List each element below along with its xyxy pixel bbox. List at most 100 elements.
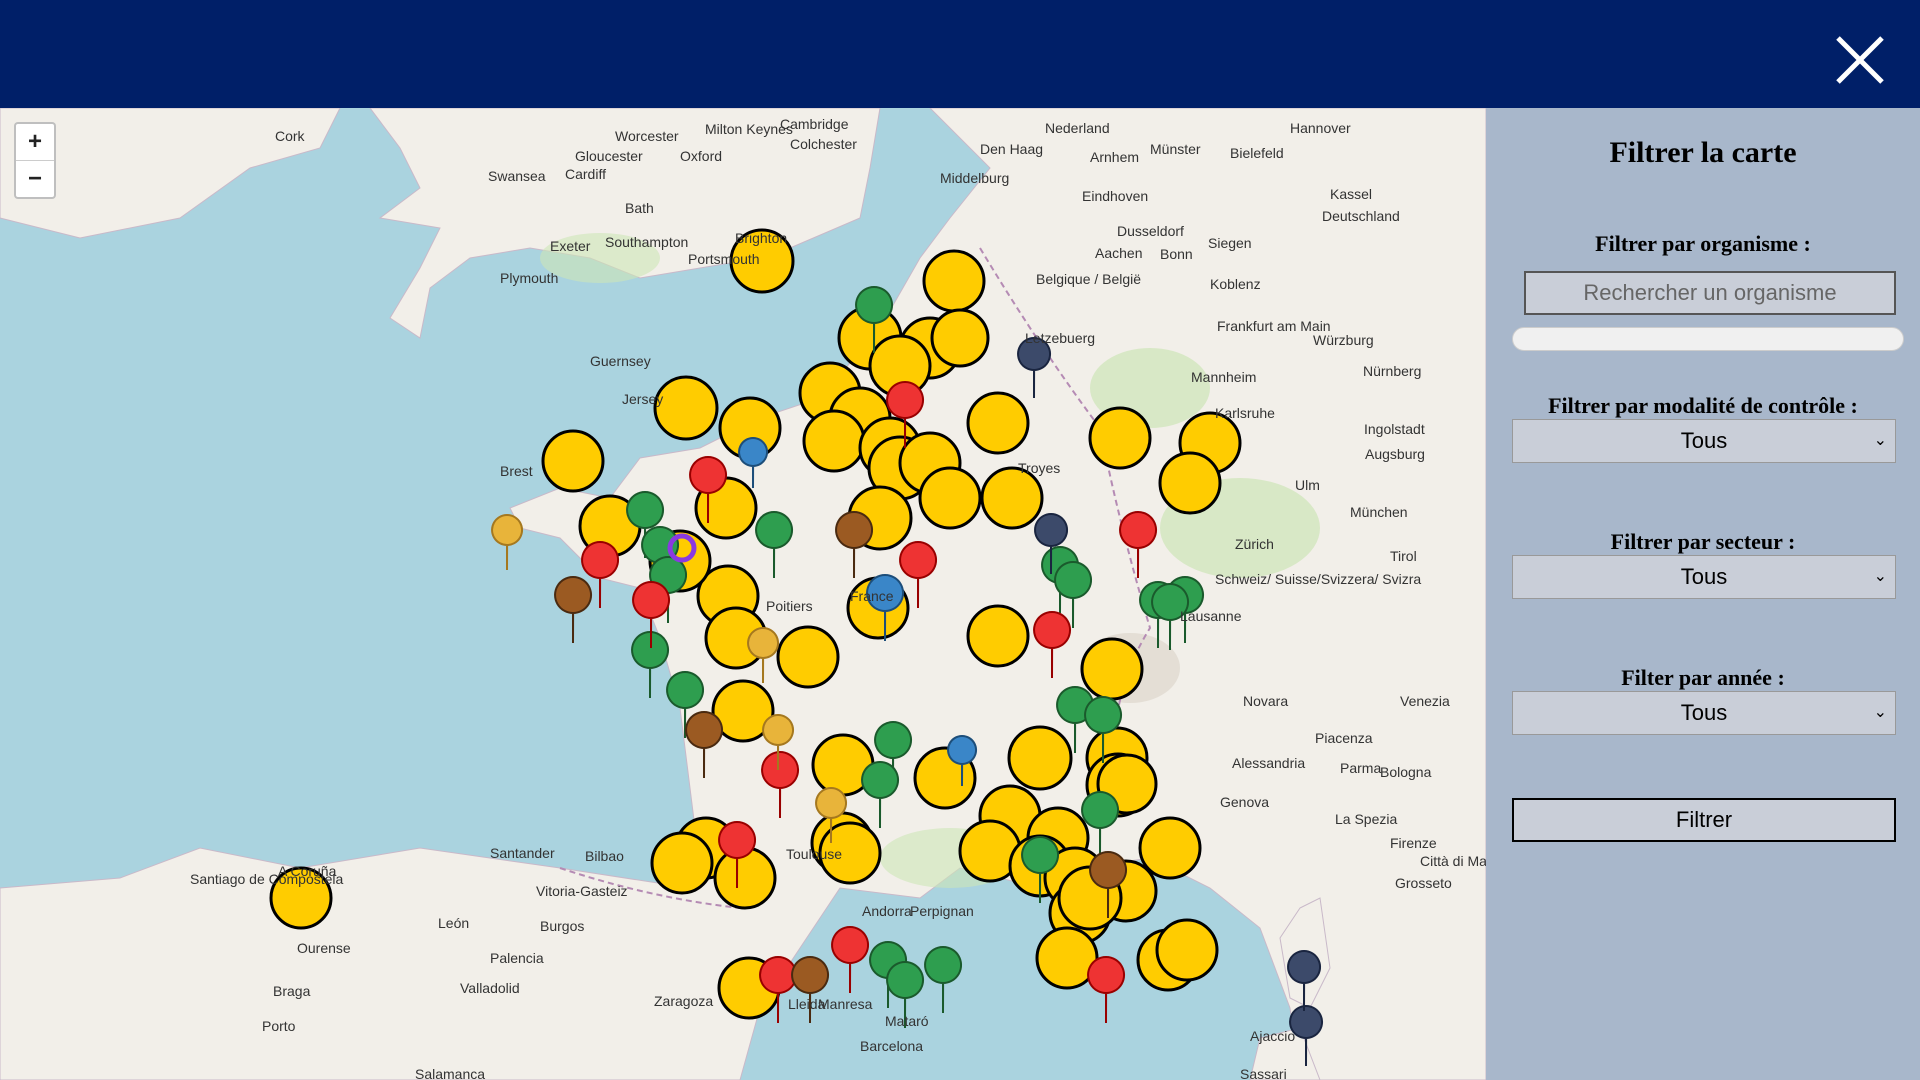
organisme-search-input[interactable]: Rechercher un organisme	[1524, 271, 1896, 315]
panel-title: Filtrer la carte	[1609, 136, 1797, 169]
map-place-label: Arnhem	[1090, 149, 1140, 165]
map-place-label: Bologna	[1380, 764, 1432, 780]
map-place-label: Santander	[490, 845, 555, 861]
map-place-label: Valladolid	[460, 980, 520, 996]
map-place-label: Alessandria	[1232, 755, 1306, 771]
map-place-label: Mataró	[885, 1013, 929, 1029]
map-place-label: Dusseldorf	[1117, 223, 1184, 239]
map-place-label: León	[438, 915, 470, 931]
map-place-label: Southampton	[605, 234, 689, 250]
secteur-select[interactable]: Tous ⌄	[1512, 555, 1896, 599]
map-place-label: Jersey	[622, 391, 664, 407]
map-place-label: Plymouth	[500, 270, 559, 286]
zoom-control: + −	[14, 122, 56, 199]
map-place-label: Exeter	[550, 238, 591, 254]
header-bar	[0, 0, 1920, 108]
map-place-label: Ourense	[297, 940, 351, 956]
map-place-label: Ajaccio	[1250, 1028, 1296, 1044]
map-place-label: Swansea	[488, 168, 546, 184]
map-place-label: Cardiff	[565, 166, 606, 182]
map-place-label: Città di Marino	[1420, 853, 1486, 869]
filter-button[interactable]: Filtrer	[1512, 798, 1896, 842]
map-place-label: Troyes	[1018, 460, 1061, 476]
map-place-label: France	[850, 588, 894, 604]
map-place-label: Karlsruhe	[1215, 405, 1275, 421]
map-place-label: Santiago de Compostela	[190, 871, 344, 887]
map-place-label: Belgique / België	[1036, 271, 1142, 287]
map-place-label: Koblenz	[1210, 276, 1261, 292]
map-place-label: Grosseto	[1395, 875, 1452, 891]
annee-select[interactable]: Tous ⌄	[1512, 691, 1896, 735]
map-place-label: Portsmouth	[688, 251, 760, 267]
map-place-label: Mannheim	[1191, 369, 1257, 385]
map-place-label: Zaragoza	[654, 993, 714, 1009]
map-place-label: Bonn	[1160, 246, 1193, 262]
map-place-label: Barcelona	[860, 1038, 924, 1054]
map-place-label: Salamanca	[415, 1066, 486, 1080]
map-place-label: Parma	[1340, 760, 1382, 776]
map-place-label: Brighton	[735, 230, 788, 246]
map-place-label: Manresa	[818, 996, 873, 1012]
map-place-label: Eindhoven	[1082, 188, 1149, 204]
map-place-label: Piacenza	[1315, 730, 1373, 746]
map-place-label: München	[1350, 504, 1408, 520]
zoom-out-button[interactable]: −	[16, 160, 54, 197]
map-place-label: Oxford	[680, 148, 723, 164]
map-place-label: Andorra	[862, 903, 912, 919]
map-place-label: Firenze	[1390, 835, 1437, 851]
annee-label: Filter par année :	[1621, 665, 1785, 690]
map-place-label: Braga	[273, 983, 311, 999]
map-place-label: Deutschland	[1322, 208, 1400, 224]
chevron-down-icon: ⌄	[1873, 704, 1887, 721]
map-place-label: Zürich	[1235, 536, 1274, 552]
close-button[interactable]	[1834, 34, 1886, 86]
map-place-label: Genova	[1220, 794, 1270, 810]
map-place-label: Schweiz/ Suisse/Svizzera/ Svizra	[1215, 571, 1422, 587]
map-place-label: Toulouse	[786, 846, 843, 862]
map-place-label: Brest	[500, 463, 533, 479]
map-place-label: Novara	[1243, 693, 1289, 709]
filter-panel: Filtrer la carte Filtrer par organisme :…	[1486, 108, 1920, 1080]
map-place-label: Siegen	[1208, 235, 1252, 251]
map-place-label: Guernsey	[590, 353, 651, 369]
map-place-label: Ingolstadt	[1364, 421, 1425, 437]
map-place-label: Cork	[275, 128, 305, 144]
map-place-label: Den Haag	[980, 141, 1044, 157]
map-place-label: Palencia	[490, 950, 544, 966]
map-place-label: Letzebuerg	[1025, 330, 1096, 346]
map-place-label: Perpignan	[910, 903, 974, 919]
organisme-label: Filtrer par organisme :	[1595, 231, 1811, 256]
map-place-label: Bilbao	[585, 848, 624, 864]
map-place-label: Lausanne	[1180, 608, 1242, 624]
secteur-label: Filtrer par secteur :	[1610, 529, 1796, 554]
chevron-down-icon: ⌄	[1873, 568, 1887, 585]
map-place-label: Bath	[625, 200, 654, 216]
annee-value: Tous	[1680, 700, 1728, 725]
map-place-label: Ulm	[1295, 477, 1320, 493]
zoom-in-button[interactable]: +	[16, 124, 54, 160]
map-place-label: Nederland	[1045, 120, 1110, 136]
map-place-label: Colchester	[790, 136, 857, 152]
map-place-label: Würzburg	[1313, 332, 1374, 348]
map-place-label: Middelburg	[940, 170, 1010, 186]
map-place-label: Venezia	[1400, 693, 1450, 709]
modalite-select[interactable]: Tous ⌄	[1512, 419, 1896, 463]
map-place-label: Kassel	[1330, 186, 1373, 202]
map-place-label: Sassari	[1240, 1066, 1287, 1080]
map-place-label: Augsburg	[1365, 446, 1425, 462]
map-place-label: Nürnberg	[1363, 363, 1422, 379]
map-place-label: Aachen	[1095, 245, 1143, 261]
map-view[interactable]: + − Cork Worcester Milton Keynes Cambridge C…	[0, 108, 1486, 1080]
secteur-value: Tous	[1680, 564, 1728, 589]
chevron-down-icon: ⌄	[1873, 432, 1887, 449]
close-icon	[1836, 36, 1884, 84]
map-place-label: Poitiers	[766, 598, 813, 614]
map-place-label: Bielefeld	[1230, 145, 1284, 161]
map-place-label: Vitoria-Gasteiz	[536, 883, 628, 899]
map-place-label: La Spezia	[1335, 811, 1398, 827]
map-place-label: Gloucester	[575, 148, 643, 164]
map-place-label: Burgos	[540, 918, 585, 934]
map-place-label: Münster	[1150, 141, 1201, 157]
map-place-label: Tirol	[1390, 548, 1417, 564]
organisme-results[interactable]	[1512, 327, 1904, 351]
